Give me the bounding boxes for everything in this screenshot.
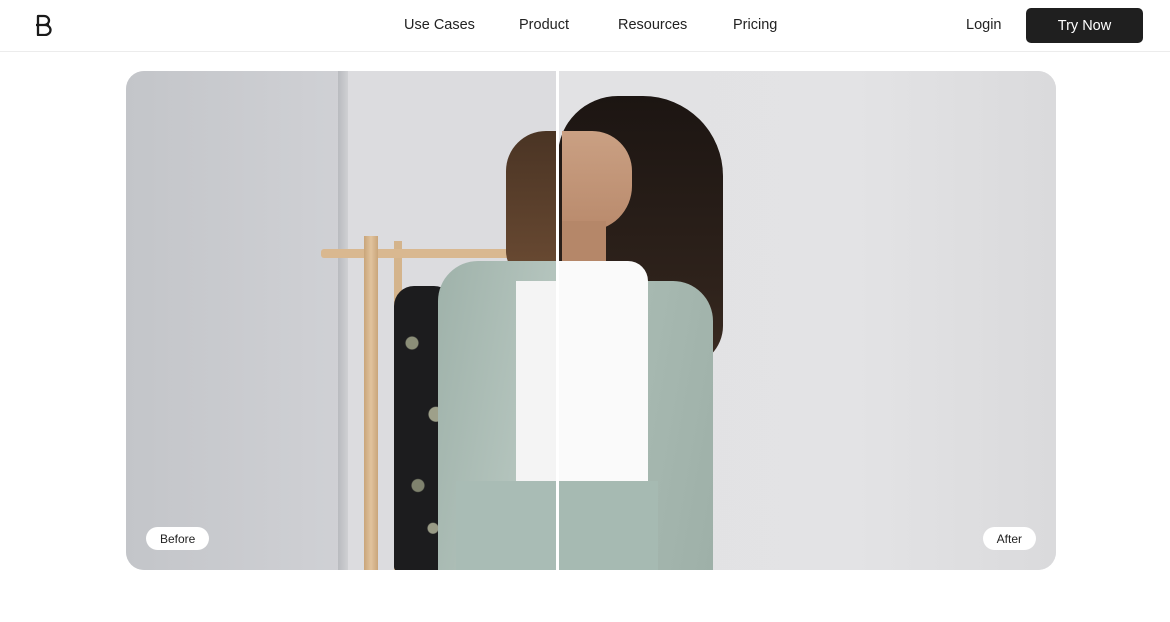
wall-corner xyxy=(338,71,348,570)
before-image xyxy=(126,71,558,570)
comparison-slider-handle[interactable] xyxy=(556,71,559,570)
clothing-rack-post xyxy=(364,236,378,570)
model-neck-after xyxy=(562,221,606,266)
model-pants-before xyxy=(456,481,558,570)
top-navbar: Use Cases Product Resources Pricing Logi… xyxy=(0,0,1170,52)
nav-link-product[interactable]: Product xyxy=(519,17,569,33)
model-hair-before xyxy=(506,131,558,281)
nav-link-pricing[interactable]: Pricing xyxy=(733,17,777,33)
after-image xyxy=(558,71,1056,570)
after-badge: After xyxy=(982,527,1036,550)
nav-link-resources[interactable]: Resources xyxy=(618,17,687,33)
login-link[interactable]: Login xyxy=(966,17,1001,33)
nav-link-use-cases[interactable]: Use Cases xyxy=(404,17,475,33)
brand-logo-icon[interactable] xyxy=(35,14,53,36)
before-after-comparison[interactable]: Before After xyxy=(126,71,1056,570)
clothing-rack-rail xyxy=(321,249,526,258)
model-tshirt-before xyxy=(516,281,558,481)
try-now-button[interactable]: Try Now xyxy=(1026,8,1143,43)
before-badge: Before xyxy=(146,527,210,550)
model-tshirt-after xyxy=(558,261,648,491)
model-pants-after xyxy=(558,481,658,570)
